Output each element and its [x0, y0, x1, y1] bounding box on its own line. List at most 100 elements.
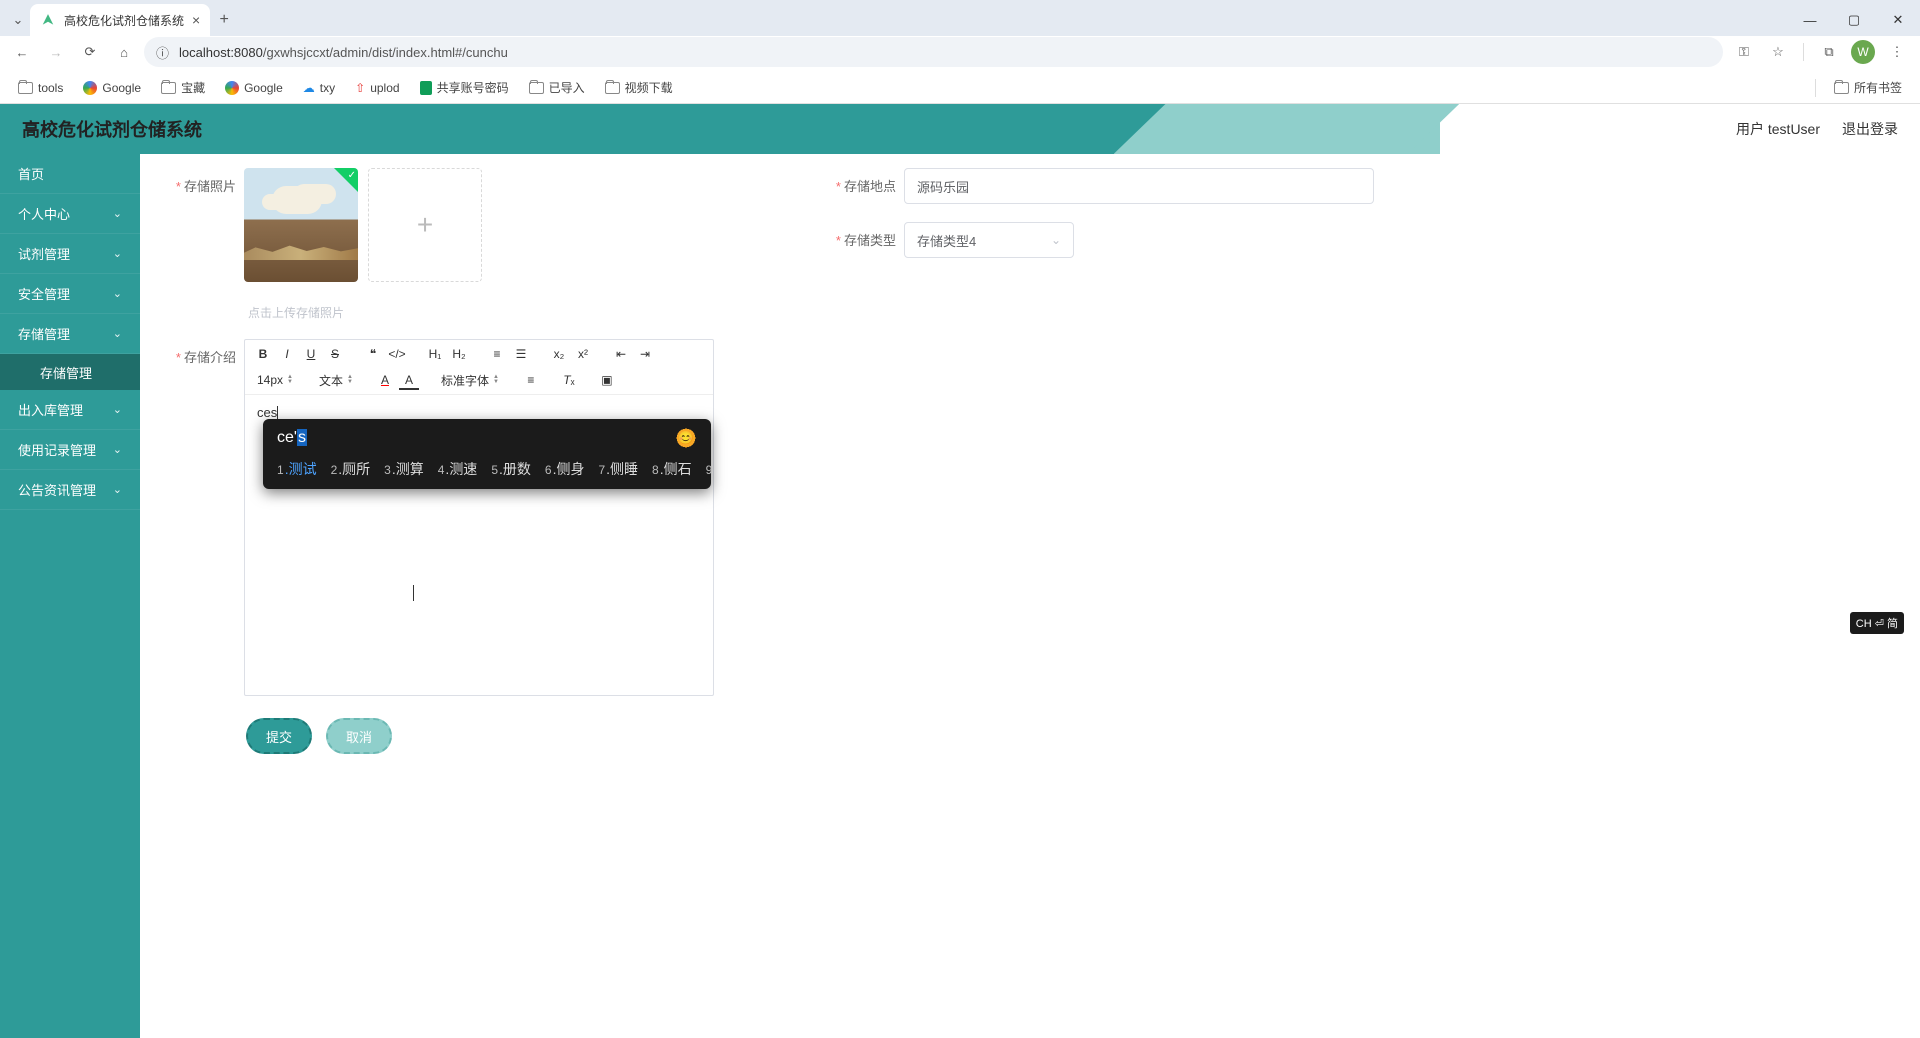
ime-candidate[interactable]: 7.侧睡 [598, 459, 638, 479]
kebab-menu-icon[interactable]: ⋮ [1882, 37, 1912, 67]
bold-button[interactable]: B [253, 344, 273, 364]
ime-indicator[interactable]: CH ⏎ 简 [1850, 612, 1904, 634]
editor-content[interactable]: ces ce's 😊 1.测试 2.厕所 [245, 395, 713, 695]
back-button[interactable]: ← [8, 38, 36, 66]
folder-icon [1834, 82, 1849, 94]
subscript-button[interactable]: x₂ [549, 344, 569, 364]
editor-toolbar: B I U S ❝ </> H₁ H₂ ≡ [245, 340, 713, 395]
ime-candidate[interactable]: 2.厕所 [331, 459, 371, 479]
tab-close-icon[interactable]: × [192, 12, 200, 28]
mountain-shape [244, 242, 358, 260]
sidebar-item-storage[interactable]: 存储管理⌄ [0, 314, 140, 354]
chevron-down-icon: ⌄ [113, 403, 122, 416]
chevron-down-icon: ⌄ [1051, 233, 1061, 247]
folder-icon [18, 82, 33, 94]
tab-search-button[interactable]: ⌄ [6, 12, 30, 28]
unordered-list-button[interactable]: ☰ [511, 344, 531, 364]
sidebar-item-inout[interactable]: 出入库管理⌄ [0, 390, 140, 430]
upload-thumbnail[interactable] [244, 168, 358, 282]
profile-avatar[interactable]: W [1848, 37, 1878, 67]
ime-candidate[interactable]: 4.测速 [438, 459, 478, 479]
location-input[interactable] [904, 168, 1374, 204]
ime-candidate[interactable]: 6.侧身 [545, 459, 585, 479]
indent-button[interactable]: ⇥ [635, 344, 655, 364]
sidebar-item-safety[interactable]: 安全管理⌄ [0, 274, 140, 314]
h2-button[interactable]: H₂ [449, 344, 469, 364]
ime-popup: ce's 😊 1.测试 2.厕所 3.测算 4.测速 5.册数 [263, 419, 711, 489]
omnibox[interactable]: ⓘ localhost:8080/gxwhsjccxt/admin/dist/i… [144, 37, 1723, 67]
font-size-select[interactable]: 14px▲▼ [253, 373, 297, 387]
browser-tab[interactable]: 高校危化试剂仓储系统 × [30, 4, 210, 36]
bookmark-item[interactable]: ⇧uplod [347, 77, 407, 99]
new-tab-button[interactable]: + [210, 11, 238, 29]
ime-candidate[interactable]: 3.测算 [384, 459, 424, 479]
quote-button[interactable]: ❝ [363, 344, 383, 364]
app-title: 高校危化试剂仓储系统 [22, 116, 202, 142]
ime-candidate[interactable]: 5.册数 [491, 459, 531, 479]
paragraph-style-select[interactable]: 文本▲▼ [315, 372, 357, 389]
logout-button[interactable]: 退出登录 [1842, 119, 1898, 139]
bookmark-item[interactable]: Google [217, 77, 291, 99]
bookmark-item[interactable]: tools [10, 77, 71, 99]
reload-button[interactable]: ⟳ [76, 38, 104, 66]
strike-button[interactable]: S [325, 344, 345, 364]
sidebar-item-notice[interactable]: 公告资讯管理⌄ [0, 470, 140, 510]
sheet-icon [420, 81, 432, 95]
h1-button[interactable]: H₁ [425, 344, 445, 364]
superscript-button[interactable]: x² [573, 344, 593, 364]
cancel-button[interactable]: 取消 [326, 718, 392, 754]
cloud-shape [272, 186, 322, 214]
bookmark-item[interactable]: Google [75, 77, 149, 99]
maximize-button[interactable]: ▢ [1832, 4, 1876, 36]
folder-icon [529, 82, 544, 94]
ordered-list-button[interactable]: ≡ [487, 344, 507, 364]
sidebar-item-reagent[interactable]: 试剂管理⌄ [0, 234, 140, 274]
image-button[interactable]: ▣ [597, 370, 617, 390]
site-info-icon[interactable]: ⓘ [156, 43, 169, 62]
type-select[interactable]: 存储类型4 ⌄ [904, 222, 1074, 258]
outdent-button[interactable]: ⇤ [611, 344, 631, 364]
bookmark-item[interactable]: ☁txy [295, 77, 343, 99]
intro-label: *存储介绍 [164, 339, 236, 366]
upload-add-button[interactable]: + [368, 168, 482, 282]
sidebar-item-profile[interactable]: 个人中心⌄ [0, 194, 140, 234]
minimize-button[interactable]: — [1788, 4, 1832, 36]
forward-button[interactable]: → [42, 38, 70, 66]
ime-candidate[interactable]: 9.侧视 [706, 459, 711, 479]
close-window-button[interactable]: ✕ [1876, 4, 1920, 36]
submit-button[interactable]: 提交 [246, 718, 312, 754]
tab-bar: ⌄ 高校危化试剂仓储系统 × + — ▢ ✕ [0, 0, 1920, 36]
bookmark-item[interactable]: 宝藏 [153, 75, 213, 100]
text-color-button[interactable]: A [375, 370, 395, 390]
divider [1803, 43, 1804, 61]
bookmark-bar: tools Google 宝藏 Google ☁txy ⇧uplod 共享账号密… [0, 72, 1920, 104]
extensions-icon[interactable]: ⧉ [1814, 37, 1844, 67]
bg-color-button[interactable]: A [399, 370, 419, 390]
underline-button[interactable]: U [301, 344, 321, 364]
all-bookmarks-button[interactable]: 所有书签 [1826, 75, 1910, 100]
ime-emoji-icon[interactable]: 😊 [675, 427, 697, 449]
bookmark-item[interactable]: 共享账号密码 [412, 75, 517, 100]
ime-candidate[interactable]: 8.侧石 [652, 459, 692, 479]
align-button[interactable]: ≡ [521, 370, 541, 390]
password-icon[interactable]: ⚿ [1729, 37, 1759, 67]
bookmark-item[interactable]: 已导入 [521, 75, 593, 100]
upload-success-icon [334, 168, 358, 192]
bookmark-item[interactable]: 视频下载 [597, 75, 681, 100]
sidebar-sub-storage[interactable]: 存储管理 [0, 354, 140, 390]
google-icon [225, 81, 239, 95]
main-content: *存储照片 + 点击上传存储照片 [140, 154, 1920, 1038]
user-label[interactable]: 用户 testUser [1736, 119, 1820, 139]
chevron-down-icon: ⌄ [113, 327, 122, 340]
code-button[interactable]: </> [387, 344, 407, 364]
sidebar-item-usage[interactable]: 使用记录管理⌄ [0, 430, 140, 470]
url-text: localhost:8080/gxwhsjccxt/admin/dist/ind… [179, 45, 508, 60]
ime-candidate[interactable]: 1.测试 [277, 459, 317, 479]
bookmark-star-icon[interactable]: ☆ [1763, 37, 1793, 67]
font-family-select[interactable]: 标准字体▲▼ [437, 372, 503, 389]
editor-click-caret [413, 585, 414, 601]
clear-format-button[interactable]: Tₓ [559, 370, 579, 390]
home-button[interactable]: ⌂ [110, 38, 138, 66]
italic-button[interactable]: I [277, 344, 297, 364]
sidebar-item-home[interactable]: 首页 [0, 154, 140, 194]
